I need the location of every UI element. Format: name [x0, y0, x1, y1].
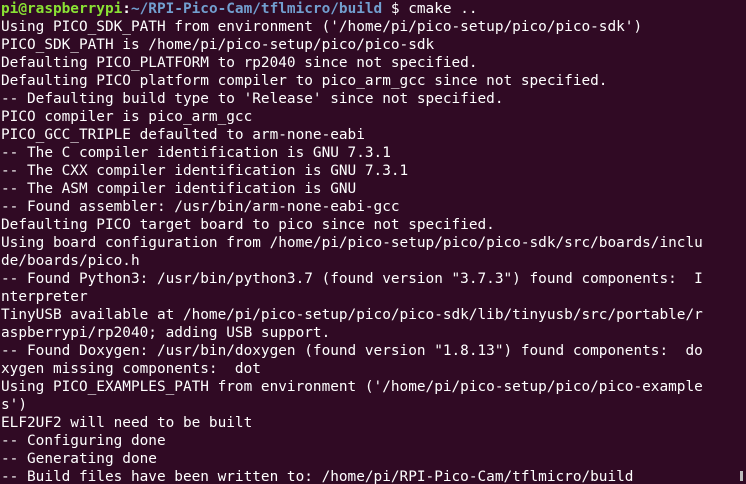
output-line: -- The C compiler identification is GNU …	[1, 145, 391, 161]
prompt-path: ~/RPI-Pico-Cam/tflmicro/build	[130, 1, 383, 17]
output-line: Using PICO_EXAMPLES_PATH from environmen…	[1, 379, 703, 395]
output-line: -- Found assembler: /usr/bin/arm-none-ea…	[1, 199, 400, 215]
output-line: aspberrypi/rp2040; adding USB support.	[1, 325, 331, 341]
prompt-line: pi@raspberrypi:~/RPI-Pico-Cam/tflmicro/b…	[1, 0, 746, 18]
terminal-window[interactable]: pi@raspberrypi:~/RPI-Pico-Cam/tflmicro/b…	[0, 0, 746, 484]
output-line: -- Defaulting build type to 'Release' si…	[1, 91, 504, 107]
output-line: Using PICO_SDK_PATH from environment ('/…	[1, 19, 643, 35]
output-line: PICO_SDK_PATH is /home/pi/pico-setup/pic…	[1, 37, 435, 53]
output-line: -- The CXX compiler identification is GN…	[1, 163, 409, 179]
output-line: nterpreter	[1, 289, 88, 305]
output-line: PICO compiler is pico_arm_gcc	[1, 109, 253, 125]
prompt-separator: :	[122, 1, 131, 17]
output-line: Defaulting PICO_PLATFORM to rp2040 since…	[1, 55, 478, 71]
output-line: de/boards/pico.h	[1, 253, 140, 269]
output-line: -- Generating done	[1, 451, 157, 467]
output-line: ELF2UF2 will need to be built	[1, 415, 253, 431]
output-line: -- The ASM compiler identification is GN…	[1, 181, 357, 197]
output-line: Defaulting PICO target board to pico sin…	[1, 217, 495, 233]
output-line: -- Build files have been written to: /ho…	[1, 469, 634, 484]
output-line: -- Found Python3: /usr/bin/python3.7 (fo…	[1, 271, 703, 287]
output-line: Defaulting PICO platform compiler to pic…	[1, 73, 608, 89]
output-line: xygen missing components: dot	[1, 361, 261, 377]
prompt-dollar: $	[382, 1, 409, 17]
output-line: -- Found Doxygen: /usr/bin/doxygen (foun…	[1, 343, 703, 359]
output-line: TinyUSB available at /home/pi/pico-setup…	[1, 307, 703, 323]
command-text: cmake ..	[408, 1, 478, 17]
output-line: PICO_GCC_TRIPLE defaulted to arm-none-ea…	[1, 127, 365, 143]
output-line: s')	[1, 397, 27, 413]
output-line: -- Configuring done	[1, 433, 166, 449]
text-cursor	[740, 471, 743, 481]
prompt-user-host: pi@raspberrypi	[1, 1, 123, 17]
output-line: Using board configuration from /home/pi/…	[1, 235, 703, 251]
